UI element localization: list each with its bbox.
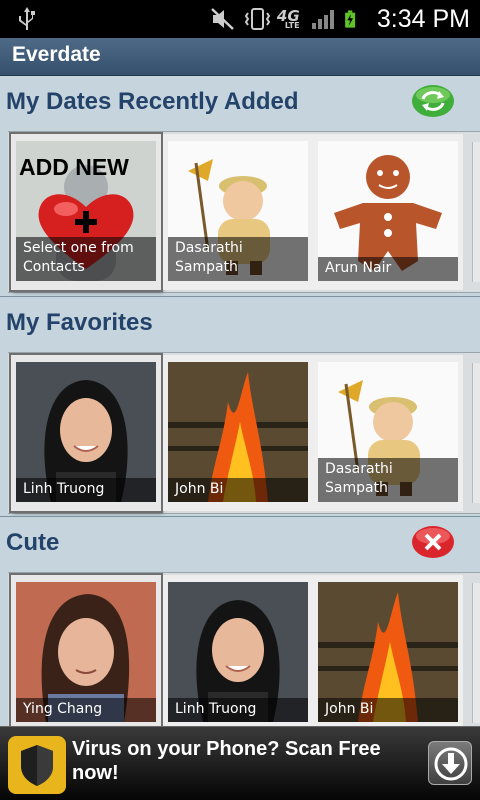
card-caption: Linh Truong [168, 698, 308, 722]
section-recently-added: My Dates Recently Added ADD NEW Select o… [0, 76, 480, 296]
content-area[interactable]: My Dates Recently Added ADD NEW Select o… [0, 76, 480, 726]
app-title: Everdate [12, 43, 101, 66]
clock: 3:34 PM [376, 4, 470, 33]
4g-lte-icon: 4G LTE [277, 6, 303, 32]
card-contact[interactable]: John Bi [163, 355, 313, 511]
card-add-new[interactable]: ADD NEW Select one from Contacts [11, 134, 161, 290]
card-contact[interactable]: Arun Nair [313, 134, 463, 290]
section-favorites: My Favorites Linh Truong John Bi Dasarat… [0, 296, 480, 516]
ad-text[interactable]: Virus on your Phone? Scan Free now! [72, 737, 402, 785]
contacts-strip[interactable]: Ying Chang Linh Truong John Bi [8, 572, 480, 726]
shield-icon[interactable] [8, 736, 66, 794]
card-caption: Select one from Contacts [16, 237, 156, 281]
card-contact[interactable]: Ying Chang [11, 575, 161, 726]
card-caption: John Bi [168, 478, 308, 502]
card-caption: Dasarathi Sampath [168, 237, 308, 281]
section-cute: Cute Ying Chang Linh Truong John Bi [0, 516, 480, 726]
status-bar: 4G LTE 3:34 PM [0, 0, 480, 38]
battery-charging-icon [345, 10, 356, 28]
usb-icon [19, 7, 35, 30]
card-contact[interactable]: Dasarathi Sampath [163, 134, 313, 290]
card-caption: Dasarathi Sampath [318, 458, 458, 502]
network-sublabel: LTE [284, 21, 300, 30]
card-contact[interactable]: Linh Truong [11, 355, 161, 511]
mute-icon [211, 8, 234, 30]
section-title: My Dates Recently Added [6, 88, 299, 115]
card-contact[interactable]: Linh Truong [163, 575, 313, 726]
strip-scroll-edge [472, 583, 480, 723]
strip-scroll-edge [472, 363, 480, 503]
card-caption: Arun Nair [318, 257, 458, 281]
delete-icon[interactable] [410, 523, 456, 561]
section-title: My Favorites [6, 309, 153, 336]
ad-banner[interactable]: Virus on your Phone? Scan Free now! [0, 726, 480, 800]
card-caption: John Bi [318, 698, 458, 722]
card-contact[interactable]: Dasarathi Sampath [313, 355, 463, 511]
strip-scroll-edge [472, 142, 480, 282]
refresh-icon[interactable] [410, 82, 456, 120]
contacts-strip[interactable]: Linh Truong John Bi Dasarathi Sampath [8, 352, 480, 514]
add-new-banner: ADD NEW [19, 154, 129, 180]
contacts-strip[interactable]: ADD NEW Select one from Contacts Dasarat… [8, 131, 480, 293]
section-title: Cute [6, 529, 60, 556]
card-caption: Linh Truong [16, 478, 156, 502]
signal-icon [311, 10, 334, 29]
download-icon[interactable] [428, 741, 472, 785]
vibrate-icon [244, 8, 271, 30]
card-caption: Ying Chang [16, 698, 156, 722]
card-contact[interactable]: John Bi [313, 575, 463, 726]
app-title-bar: Everdate [0, 38, 480, 76]
